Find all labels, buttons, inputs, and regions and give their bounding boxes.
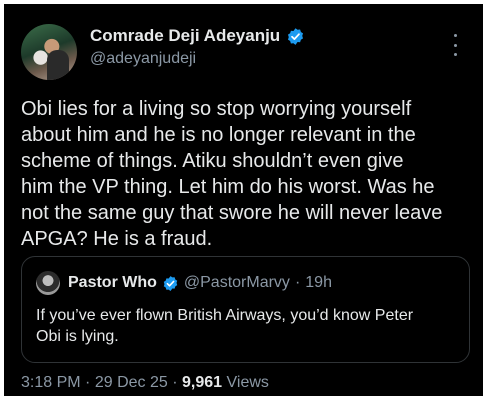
meta-separator: · [172,374,178,391]
more-options-icon[interactable] [450,34,460,56]
quoted-tweet[interactable]: Pastor Who @PastorMarvy · 19h If you’ve … [21,256,470,363]
quoted-tweet-text: If you’ve ever flown British Airways, yo… [36,307,414,345]
meta-separator: · [85,374,91,391]
quoted-author-handle[interactable]: @PastorMarvy [184,274,290,292]
avatar-figure [47,50,69,80]
more-dot [453,53,457,56]
verified-badge-icon [286,27,305,46]
tweet-text: Obi lies for a living so stop worrying y… [21,98,443,250]
quoted-timestamp[interactable]: 19h [305,274,332,292]
views-count: 9,961 [182,374,223,391]
quoted-tweet-header: Pastor Who @PastorMarvy · 19h [36,271,332,295]
more-dot [453,34,457,37]
author-name-row: Comrade Deji Adeyanju [90,26,305,46]
views-label: Views [226,374,269,391]
author-handle[interactable]: @adeyanjudeji [90,50,196,68]
author-avatar[interactable] [21,24,77,80]
tweet-time[interactable]: 3:18 PM [21,374,81,391]
quoted-separator: · [294,274,301,291]
verified-badge-icon [162,275,179,292]
author-display-name[interactable]: Comrade Deji Adeyanju [90,26,280,46]
tweet-meta: 3:18 PM · 29 Dec 25 · 9,961 Views [21,374,269,392]
tweet-card: Comrade Deji Adeyanju @adeyanjudeji Obi … [4,4,483,396]
quoted-author-avatar[interactable] [36,271,60,295]
quoted-author-name[interactable]: Pastor Who [68,274,157,292]
more-dot [453,43,457,47]
tweet-date[interactable]: 29 Dec 25 [95,374,168,391]
